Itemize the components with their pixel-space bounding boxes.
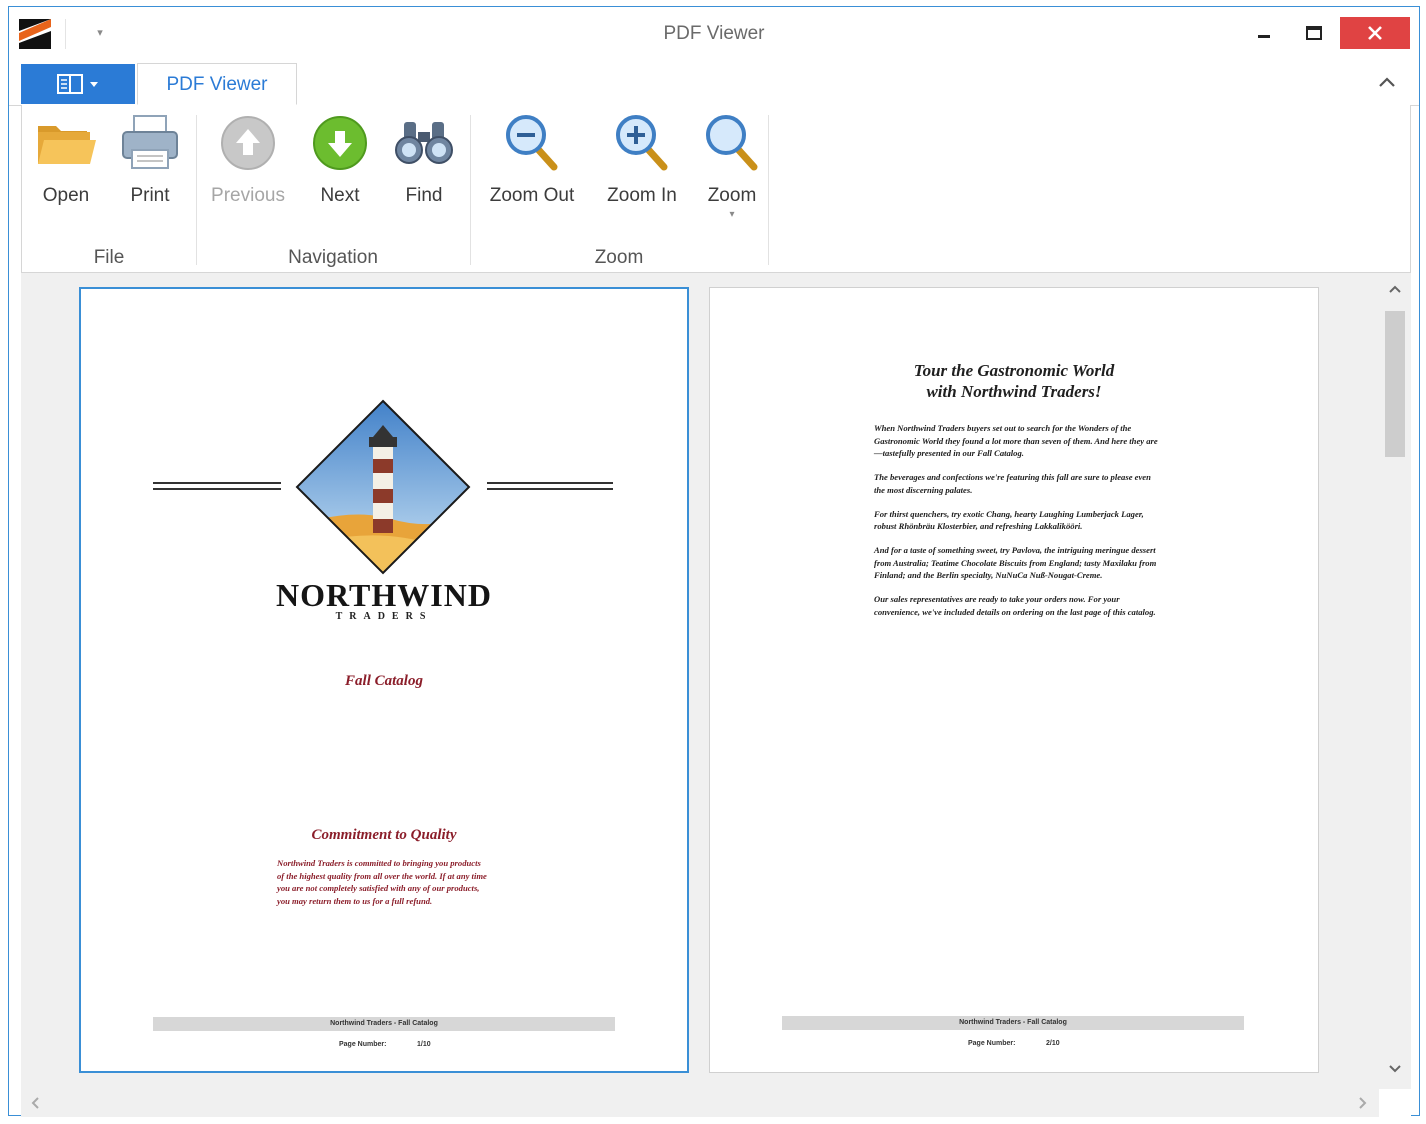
printer-icon <box>122 115 178 169</box>
window-title: PDF Viewer <box>663 23 765 44</box>
chevron-down-icon <box>90 82 98 87</box>
scroll-up-icon[interactable] <box>1385 279 1405 299</box>
scroll-right-icon[interactable] <box>1353 1093 1373 1113</box>
group-label-navigation: Navigation <box>288 247 378 268</box>
find-label: Find <box>405 185 443 206</box>
page2-paragraph: And for a taste of something sweet, try … <box>874 544 1157 581</box>
zoom-in-button[interactable]: Zoom In <box>594 111 690 207</box>
group-separator <box>470 115 471 265</box>
pdf-viewer-window: ▾ PDF Viewer PDF Viewer Open Print File … <box>8 6 1420 1117</box>
page2-body: When Northwind Traders buyers set out to… <box>874 422 1160 629</box>
brand-name: NORTHWIND <box>276 577 492 613</box>
open-label: Open <box>42 185 90 206</box>
group-separator <box>196 115 197 265</box>
brand-subtitle: TRADERS <box>335 611 433 622</box>
chevron-down-icon: ▾ <box>729 209 735 220</box>
zoom-in-label: Zoom In <box>607 185 677 206</box>
print-button[interactable]: Print <box>118 111 182 207</box>
tab-pdf-viewer[interactable]: PDF Viewer <box>137 63 297 105</box>
group-separator <box>768 115 769 265</box>
zoom-out-label: Zoom Out <box>489 185 575 206</box>
magnifier-icon <box>706 115 758 171</box>
pdf-page-1[interactable]: NORTHWIND TRADERS Fall Catalog Commitmen… <box>79 287 689 1073</box>
previous-label: Previous <box>211 185 285 206</box>
northwind-logo-icon <box>153 399 613 575</box>
zoom-out-icon <box>506 115 558 171</box>
zoom-in-icon <box>616 115 668 171</box>
zoom-label: Zoom <box>707 185 757 206</box>
catalog-subtitle: Fall Catalog <box>345 673 423 689</box>
pdf-page-2[interactable]: Tour the Gastronomic World with Northwin… <box>709 287 1319 1073</box>
page2-paragraph: The beverages and confections we're feat… <box>874 472 1151 495</box>
scroll-down-icon[interactable] <box>1385 1059 1405 1079</box>
close-icon <box>1368 26 1382 40</box>
maximize-button[interactable] <box>1291 17 1337 49</box>
horizontal-scrollbar[interactable] <box>21 1089 1379 1117</box>
zoom-dropdown-button[interactable]: Zoom ▾ <box>696 111 768 220</box>
next-label: Next <box>320 185 360 206</box>
open-button[interactable]: Open <box>34 111 98 207</box>
scrollbar-corner <box>1379 1089 1411 1117</box>
collapse-ribbon-icon[interactable] <box>1375 71 1399 95</box>
page2-paragraph: When Northwind Traders buyers set out to… <box>874 423 1158 459</box>
page-number-value: 1/10 <box>417 1041 431 1048</box>
page-number-label: Page Number: <box>968 1040 1016 1047</box>
zoom-out-button[interactable]: Zoom Out <box>484 111 580 207</box>
minimize-icon <box>1258 35 1270 38</box>
print-label: Print <box>130 185 170 206</box>
scroll-left-icon[interactable] <box>25 1093 45 1113</box>
ribbon-panel: Open Print File Previous Next Find Navig… <box>21 105 1411 273</box>
page-footer: Northwind Traders - Fall Catalog <box>153 1017 615 1031</box>
group-label-zoom: Zoom <box>594 247 644 268</box>
page2-title-line1: Tour the Gastronomic World <box>913 361 1115 380</box>
page-number-label: Page Number: <box>339 1041 387 1048</box>
ribbon-tab-row: PDF Viewer <box>9 63 1419 106</box>
folder-open-icon <box>38 126 96 164</box>
page2-paragraph: Our sales representatives are ready to t… <box>874 594 1156 617</box>
group-label-file: File <box>93 247 125 268</box>
book-icon <box>57 74 83 94</box>
next-button[interactable]: Next <box>308 111 372 207</box>
page-number-value: 2/10 <box>1046 1040 1060 1047</box>
quality-heading: Commitment to Quality <box>311 827 457 843</box>
page2-title: Tour the Gastronomic World with Northwin… <box>710 360 1318 402</box>
minimize-button[interactable] <box>1241 17 1287 49</box>
find-button[interactable]: Find <box>392 111 456 207</box>
previous-button[interactable]: Previous <box>208 111 288 207</box>
binoculars-icon <box>395 122 453 164</box>
quality-text: Northwind Traders is committed to bringi… <box>277 858 487 906</box>
vertical-scroll-thumb[interactable] <box>1385 311 1405 457</box>
arrow-up-circle-icon <box>221 116 275 170</box>
application-menu-button[interactable] <box>21 64 135 104</box>
title-bar: ▾ PDF Viewer <box>9 7 1419 61</box>
page-footer: Northwind Traders - Fall Catalog <box>782 1016 1244 1030</box>
page2-title-line2: with Northwind Traders! <box>926 382 1102 401</box>
document-viewport[interactable]: NORTHWIND TRADERS Fall Catalog Commitmen… <box>21 273 1379 1089</box>
close-button[interactable] <box>1340 17 1410 49</box>
maximize-icon <box>1306 26 1322 40</box>
arrow-down-circle-icon <box>313 116 367 170</box>
page2-paragraph: For thirst quenchers, try exotic Chang, … <box>874 508 1144 532</box>
